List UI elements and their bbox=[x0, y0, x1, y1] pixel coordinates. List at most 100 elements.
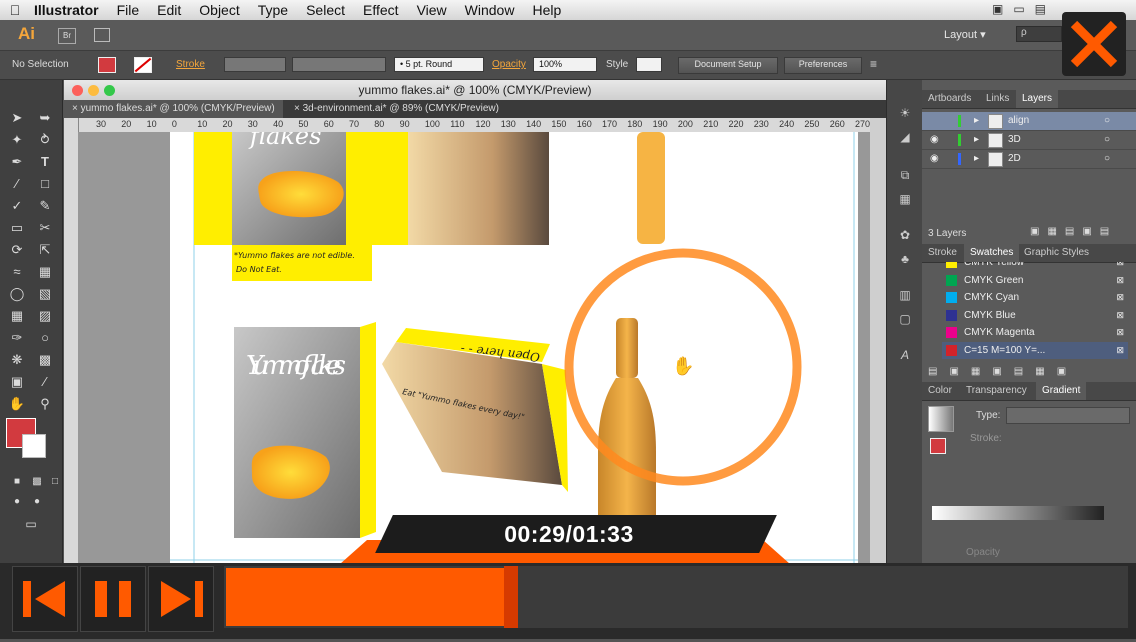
swatch-row[interactable]: CMYK Cyan ⊠ bbox=[942, 289, 1128, 306]
horizontal-ruler[interactable]: 30 20 10 0 10 20 30 40 50 60 70 80 90 100 110 120 130 140… bbox=[78, 118, 870, 133]
hand-tool-icon[interactable]: ✋ bbox=[6, 394, 28, 414]
menu-file[interactable]: File bbox=[108, 2, 149, 18]
target-icon[interactable]: ○ bbox=[1104, 131, 1110, 149]
line-tool-icon[interactable]: ∕ bbox=[6, 174, 28, 194]
menu-help[interactable]: Help bbox=[523, 2, 570, 18]
character-panel-icon[interactable]: A bbox=[896, 348, 914, 364]
align-menu-icon[interactable]: ≡ bbox=[870, 57, 877, 71]
draw-mode-icon[interactable]: ● bbox=[6, 492, 28, 512]
swatch-list[interactable]: CMYK Yellow ⊠ CMYK Green ⊠ CMYK Cyan ⊠ CMYK Bl… bbox=[922, 262, 1136, 362]
swatch-row[interactable]: CMYK Yellow ⊠ bbox=[942, 262, 1128, 271]
draw-behind-icon[interactable]: ● bbox=[26, 492, 48, 512]
gradient-tool-icon[interactable]: ▨ bbox=[34, 306, 56, 326]
tab-yummo-flakes[interactable]: × yummo flakes.ai* @ 100% (CMYK/Preview) bbox=[64, 100, 283, 118]
help-search-input[interactable]: ρ bbox=[1016, 26, 1062, 42]
selection-tool-icon[interactable]: ➤ bbox=[6, 108, 28, 128]
eraser-icon[interactable]: ▭ bbox=[6, 218, 28, 238]
free-transform-icon[interactable]: ▦ bbox=[34, 262, 56, 282]
vertical-ruler[interactable] bbox=[64, 118, 79, 639]
opacity-label[interactable]: Opacity bbox=[492, 59, 526, 70]
tab-artboards[interactable]: Artboards bbox=[922, 90, 977, 108]
appearance-panel-icon[interactable]: ☀ bbox=[896, 106, 914, 122]
type-tool-icon[interactable]: T bbox=[34, 152, 56, 172]
scale-tool-icon[interactable]: ⇱ bbox=[34, 240, 56, 260]
expand-icon[interactable]: ▸ bbox=[974, 150, 979, 168]
menu-view[interactable]: View bbox=[408, 2, 456, 18]
arrange-documents-icon[interactable] bbox=[94, 28, 110, 42]
brushes-panel-icon[interactable]: ✿ bbox=[896, 228, 914, 244]
display-icon[interactable]: ▭ bbox=[1013, 2, 1024, 16]
opacity-input[interactable]: 100% bbox=[533, 57, 597, 72]
direct-selection-tool-icon[interactable]: ➥ bbox=[34, 108, 56, 128]
pen-tool-icon[interactable]: ✒ bbox=[6, 152, 28, 172]
tab-links[interactable]: Links bbox=[980, 90, 1015, 108]
expand-icon[interactable]: ▸ bbox=[974, 112, 979, 130]
workspace-switcher[interactable]: Layout ▾ bbox=[944, 28, 986, 41]
eyedropper-icon[interactable]: ✑ bbox=[6, 328, 28, 348]
rectangle-tool-icon[interactable]: □ bbox=[34, 174, 56, 194]
minimize-window-icon[interactable] bbox=[88, 85, 99, 96]
magic-wand-icon[interactable]: ✦ bbox=[6, 130, 28, 150]
color-mode-icon[interactable]: ■ bbox=[6, 472, 28, 492]
vertical-scrollbar[interactable] bbox=[870, 118, 886, 639]
pencil-icon[interactable]: ✎ bbox=[34, 196, 56, 216]
gradient-type-dropdown[interactable] bbox=[1006, 407, 1130, 424]
fill-swatch[interactable] bbox=[98, 57, 116, 73]
gradient-slider[interactable] bbox=[932, 506, 1104, 520]
expand-icon[interactable]: ▸ bbox=[974, 131, 979, 149]
document-setup-button[interactable]: Document Setup bbox=[678, 57, 778, 74]
visibility-eye-icon[interactable]: ◉ bbox=[930, 131, 939, 149]
zoom-tool-icon[interactable]: ⚲ bbox=[34, 394, 56, 414]
perspective-grid-icon[interactable]: ▧ bbox=[34, 284, 56, 304]
menu-edit[interactable]: Edit bbox=[148, 2, 190, 18]
tab-gradient[interactable]: Gradient bbox=[1036, 382, 1087, 400]
style-dropdown[interactable] bbox=[636, 57, 662, 72]
preferences-button[interactable]: Preferences bbox=[784, 57, 862, 74]
tab-transparency[interactable]: Transparency bbox=[960, 382, 1033, 400]
pathfinder-panel-icon[interactable]: ⧉ bbox=[896, 168, 914, 184]
tab-stroke[interactable]: Stroke bbox=[922, 244, 963, 262]
close-video-button[interactable] bbox=[1062, 12, 1126, 76]
swatch-footer-icons[interactable]: ▤▣▦▣▤▦▣ bbox=[928, 366, 1078, 377]
tab-3d-environment[interactable]: × 3d-environment.ai* @ 89% (CMYK/Preview… bbox=[286, 100, 507, 118]
swatch-row[interactable]: CMYK Blue ⊠ bbox=[942, 307, 1128, 324]
layer-row-3d[interactable]: ◉ ▸ 3D ○ bbox=[922, 131, 1136, 150]
none-mode-icon[interactable]: □ bbox=[44, 472, 66, 492]
previous-button[interactable] bbox=[12, 566, 78, 632]
mesh-tool-icon[interactable]: ▦ bbox=[6, 306, 28, 326]
next-button[interactable] bbox=[148, 566, 214, 632]
rotate-tool-icon[interactable]: ⟳ bbox=[6, 240, 28, 260]
menu-type[interactable]: Type bbox=[249, 2, 297, 18]
tab-color[interactable]: Color bbox=[922, 382, 958, 400]
lasso-icon[interactable]: ⥁ bbox=[34, 130, 56, 150]
stroke-label[interactable]: Stroke bbox=[176, 59, 205, 70]
progress-handle[interactable] bbox=[504, 566, 518, 628]
symbols-panel-icon[interactable]: ♣ bbox=[896, 252, 914, 268]
menu-app-name[interactable]: Illustrator bbox=[30, 2, 108, 18]
blend-tool-icon[interactable]: ○ bbox=[34, 328, 56, 348]
stroke-swatch[interactable] bbox=[134, 57, 152, 73]
screen-mode-icon[interactable]: ▭ bbox=[20, 514, 42, 534]
swatch-row[interactable]: C=15 M=100 Y=... ⊠ bbox=[942, 342, 1128, 359]
gradient-fill-swatch[interactable] bbox=[930, 438, 946, 454]
layer-row-align[interactable]: ▸ align ○ bbox=[922, 112, 1136, 131]
align-panel-icon[interactable]: ▦ bbox=[896, 192, 914, 208]
pause-button[interactable] bbox=[80, 566, 146, 632]
target-icon[interactable]: ○ bbox=[1104, 150, 1110, 168]
menu-object[interactable]: Object bbox=[190, 2, 248, 18]
graph-tool-icon[interactable]: ▩ bbox=[34, 350, 56, 370]
stroke-color-box[interactable] bbox=[22, 434, 46, 458]
shape-builder-icon[interactable]: ◯ bbox=[6, 284, 28, 304]
graphic-styles-icon[interactable]: ▢ bbox=[896, 312, 914, 328]
tab-swatches[interactable]: Swatches bbox=[964, 244, 1020, 262]
airplay-icon[interactable]: ▤ bbox=[1035, 2, 1046, 16]
menu-window[interactable]: Window bbox=[456, 2, 524, 18]
zoom-window-icon[interactable] bbox=[104, 85, 115, 96]
symbol-sprayer-icon[interactable]: ❋ bbox=[6, 350, 28, 370]
bridge-button[interactable]: Br bbox=[58, 28, 76, 44]
gradient-preview[interactable] bbox=[928, 406, 954, 432]
layers-footer-icons[interactable]: ▣▦▤▣▤ bbox=[1030, 226, 1117, 237]
close-window-icon[interactable] bbox=[72, 85, 83, 96]
slice-tool-icon[interactable]: ∕ bbox=[34, 372, 56, 392]
transform-panel-icon[interactable]: ▥ bbox=[896, 288, 914, 304]
